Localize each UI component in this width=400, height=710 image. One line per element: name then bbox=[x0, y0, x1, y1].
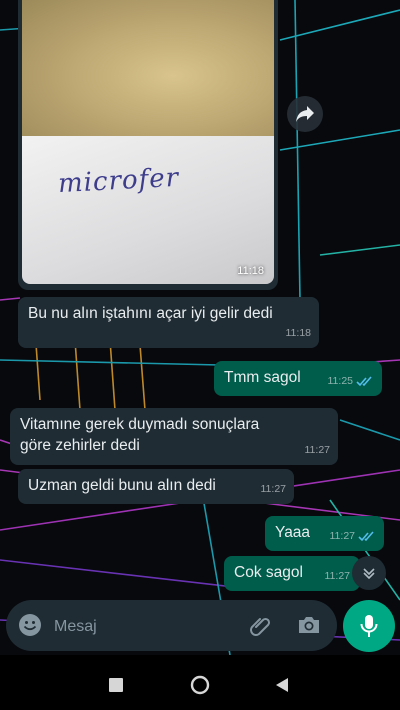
message-text-line: göre zehirler dedi bbox=[20, 437, 140, 454]
message-time: 11:27 bbox=[329, 530, 356, 542]
microphone-button[interactable] bbox=[343, 600, 395, 652]
forward-icon bbox=[296, 106, 314, 122]
home-button[interactable] bbox=[188, 673, 212, 697]
message-photo[interactable]: microfer 11:18 bbox=[22, 0, 274, 284]
message-bubble-outgoing[interactable]: Yaaa 11:27 bbox=[265, 516, 384, 551]
message-time: 11:25 bbox=[327, 375, 354, 387]
double-chevron-down-icon bbox=[363, 568, 375, 580]
back-triangle-icon bbox=[276, 678, 288, 692]
message-text: Uzman geldi bunu alın dedi bbox=[28, 477, 216, 494]
double-check-read-icon bbox=[358, 531, 374, 542]
photo-timestamp: 11:18 bbox=[237, 265, 264, 277]
home-circle-icon bbox=[190, 675, 210, 695]
camera-icon[interactable] bbox=[296, 613, 322, 637]
message-time: 11:27 bbox=[304, 444, 331, 456]
emoji-icon[interactable] bbox=[18, 613, 42, 637]
back-button[interactable] bbox=[270, 673, 294, 697]
recents-square-icon bbox=[109, 678, 123, 692]
message-bubble-incoming[interactable]: Bu nu alın iştahını açar iyi gelir dedi … bbox=[18, 297, 319, 348]
double-check-read-icon bbox=[356, 376, 372, 387]
handwritten-text: microfer bbox=[57, 162, 180, 200]
forward-button[interactable] bbox=[287, 96, 323, 132]
system-navigation-bar bbox=[0, 655, 400, 710]
recents-button[interactable] bbox=[104, 673, 128, 697]
photo-beige-background bbox=[22, 0, 274, 138]
message-text-line: Vitamıne gerek duymadı sonuçlara bbox=[20, 416, 260, 433]
message-input[interactable] bbox=[52, 612, 236, 642]
photo-paper: microfer bbox=[22, 136, 274, 284]
message-bubble-incoming[interactable]: Vitamıne gerek duymadı sonuçlara göre ze… bbox=[10, 408, 338, 465]
paperclip-icon[interactable] bbox=[248, 613, 274, 639]
scroll-to-bottom-button[interactable] bbox=[352, 556, 386, 590]
microphone-icon bbox=[360, 615, 378, 637]
image-message[interactable]: microfer 11:18 bbox=[18, 0, 278, 290]
message-bubble-outgoing[interactable]: Cok sagol 11:27 bbox=[224, 556, 360, 591]
message-composer bbox=[6, 600, 337, 651]
message-text: Bu nu alın iştahını açar iyi gelir dedi bbox=[28, 305, 273, 322]
message-time: 11:27 bbox=[260, 483, 287, 495]
message-time: 11:27 bbox=[324, 570, 351, 582]
message-time: 11:18 bbox=[285, 327, 312, 339]
message-bubble-incoming[interactable]: Uzman geldi bunu alın dedi 11:27 bbox=[18, 469, 294, 504]
message-bubble-outgoing[interactable]: Tmm sagol 11:25 bbox=[214, 361, 382, 396]
